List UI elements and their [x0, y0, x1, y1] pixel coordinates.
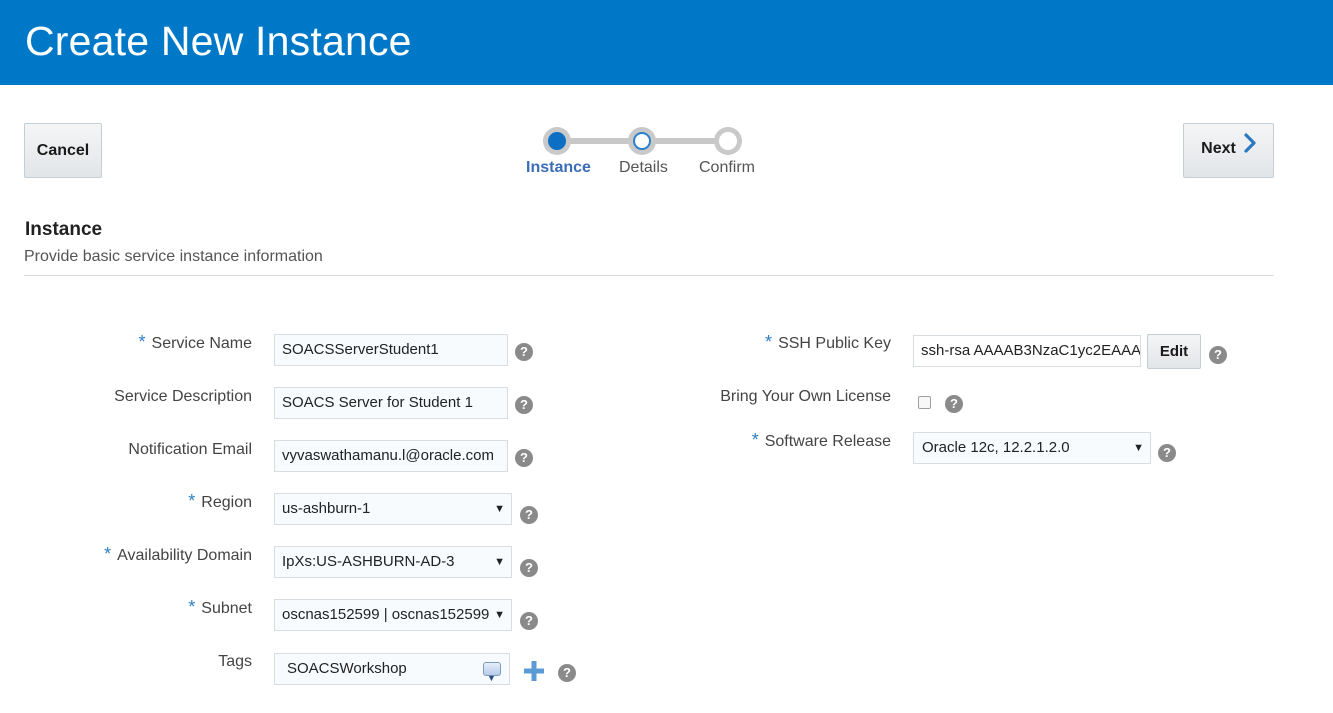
- software-release-select[interactable]: Oracle 12c, 12.2.1.2.0 ▼: [913, 432, 1151, 464]
- service-name-label: * Service Name: [138, 332, 253, 352]
- service-description-label: Service Description: [114, 388, 252, 405]
- dropdown-arrow-icon: ▼: [491, 600, 505, 630]
- required-marker: *: [765, 332, 773, 352]
- availability-domain-value: IpXs:US-ASHBURN-AD-3: [282, 553, 455, 570]
- dropdown-arrow-icon: ▼: [1133, 442, 1144, 454]
- tags-label: Tags: [218, 653, 252, 670]
- help-icon[interactable]: ?: [520, 506, 538, 524]
- ssh-public-key-label: * SSH Public Key: [765, 332, 891, 352]
- train-stop-confirm[interactable]: [714, 127, 742, 155]
- ssh-public-key-input[interactable]: ssh-rsa AAAAB3NzaC1yc2EAAAA: [913, 335, 1141, 367]
- help-icon[interactable]: ?: [520, 559, 538, 577]
- software-release-value: Oracle 12c, 12.2.1.2.0: [922, 439, 1070, 456]
- dropdown-arrow-icon: ▼: [494, 556, 505, 568]
- help-icon[interactable]: ?: [1209, 346, 1227, 364]
- page-header: Create New Instance: [0, 0, 1333, 85]
- help-icon[interactable]: ?: [520, 612, 538, 630]
- section-subtitle: Provide basic service instance informati…: [24, 248, 323, 265]
- software-release-label: * Software Release: [751, 430, 891, 450]
- subnet-value: oscnas152599 | oscnas152599: [282, 606, 490, 623]
- availability-domain-select[interactable]: IpXs:US-ASHBURN-AD-3 ▼: [274, 546, 512, 578]
- train-stop-instance[interactable]: [543, 127, 571, 155]
- service-description-input[interactable]: SOACS Server for Student 1: [274, 387, 508, 419]
- train-stop-details[interactable]: [628, 127, 656, 155]
- help-icon[interactable]: ?: [558, 664, 576, 682]
- help-icon[interactable]: ?: [515, 449, 533, 467]
- region-select[interactable]: us-ashburn-1 ▼: [274, 493, 512, 525]
- help-icon[interactable]: ?: [515, 343, 533, 361]
- cancel-button[interactable]: Cancel: [24, 123, 102, 178]
- progress-train: Instance Details Confirm: [520, 125, 770, 185]
- tags-dropdown-button[interactable]: ▼: [483, 662, 501, 683]
- byol-checkbox[interactable]: [918, 396, 931, 409]
- subnet-label: * Subnet: [188, 597, 252, 617]
- service-name-input[interactable]: SOACSServerStudent1: [274, 334, 508, 366]
- section-title: Instance: [25, 219, 103, 240]
- section-divider: [24, 275, 1274, 276]
- help-icon[interactable]: ?: [515, 396, 533, 414]
- byol-label: Bring Your Own License: [720, 388, 891, 405]
- train-label-instance[interactable]: Instance: [526, 159, 591, 177]
- page-title: Create New Instance: [25, 18, 412, 64]
- notification-email-label: Notification Email: [128, 441, 252, 458]
- edit-ssh-key-button[interactable]: Edit: [1147, 334, 1201, 369]
- required-marker: *: [751, 430, 759, 450]
- required-marker: *: [138, 332, 146, 352]
- required-marker: *: [104, 544, 112, 564]
- chevron-down-icon: ▼: [487, 673, 496, 683]
- subnet-select[interactable]: oscnas152599 | oscnas152599 ▼: [274, 599, 512, 631]
- train-label-details[interactable]: Details: [619, 159, 668, 177]
- next-button[interactable]: Next: [1183, 123, 1274, 178]
- region-label: * Region: [188, 491, 252, 511]
- help-icon[interactable]: ?: [945, 395, 963, 413]
- required-marker: *: [188, 491, 196, 511]
- chevron-right-icon: [1244, 124, 1256, 174]
- region-value: us-ashburn-1: [282, 500, 371, 517]
- next-button-label: Next: [1201, 140, 1236, 158]
- tags-select[interactable]: SOACSWorkshop ▼: [274, 653, 510, 685]
- tags-value: SOACSWorkshop: [287, 660, 407, 677]
- train-label-confirm[interactable]: Confirm: [699, 159, 755, 177]
- required-marker: *: [188, 597, 196, 617]
- help-icon[interactable]: ?: [1158, 444, 1176, 462]
- dropdown-arrow-icon: ▼: [494, 503, 505, 515]
- notification-email-input[interactable]: vyvaswathamanu.l@oracle.com: [274, 440, 508, 472]
- add-tag-icon[interactable]: [523, 660, 545, 682]
- availability-domain-label: * Availability Domain: [104, 544, 252, 564]
